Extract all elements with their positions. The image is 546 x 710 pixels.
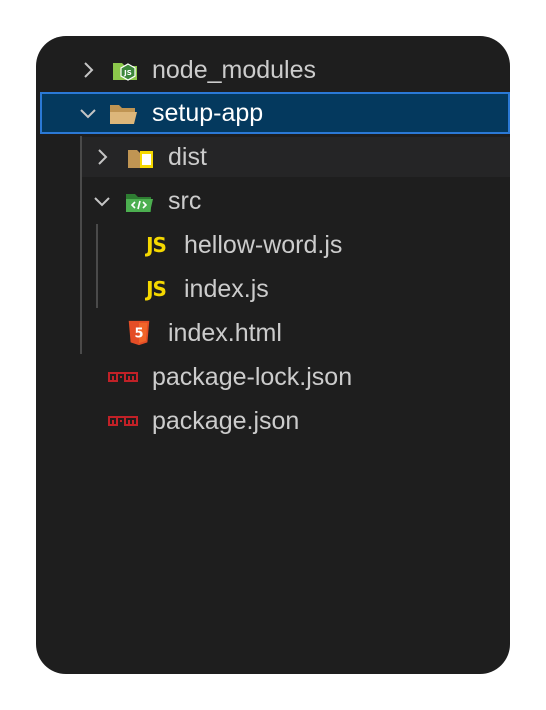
chevron-right-icon[interactable]: [90, 145, 114, 169]
dist-folder-icon: [126, 142, 156, 172]
tree-item-dist[interactable]: dist: [82, 137, 510, 177]
tree-item-label: package-lock.json: [152, 362, 353, 391]
nodejs-folder-icon: JS: [110, 55, 140, 85]
open-folder-icon: [108, 98, 138, 128]
src-folder-icon: [124, 186, 154, 216]
svg-text:5: 5: [134, 327, 143, 342]
file-explorer-panel: JS node_modules setup-app dist src JS he…: [36, 36, 510, 674]
tree-item-label: index.html: [168, 318, 282, 347]
tree-item-src[interactable]: src: [36, 181, 510, 221]
tree-item-package-json[interactable]: package.json: [36, 401, 510, 441]
tree-item-label: dist: [168, 142, 207, 171]
tree-item-setup-app[interactable]: setup-app: [40, 92, 510, 134]
javascript-file-icon: JS: [146, 277, 167, 301]
npm-file-icon: [108, 406, 138, 436]
tree-item-hellow-word-js[interactable]: JS hellow-word.js: [36, 225, 510, 265]
tree-item-label: src: [168, 186, 202, 215]
javascript-file-icon: JS: [146, 233, 167, 257]
tree-item-package-lock-json[interactable]: package-lock.json: [36, 357, 510, 397]
tree-item-label: package.json: [152, 406, 300, 435]
svg-text:JS: JS: [123, 69, 132, 77]
chevron-down-icon[interactable]: [76, 101, 100, 125]
tree-item-label: hellow-word.js: [184, 230, 343, 259]
tree-item-index-js[interactable]: JS index.js: [36, 269, 510, 309]
html5-file-icon: 5: [124, 318, 154, 348]
tree-item-label: setup-app: [152, 98, 264, 127]
npm-file-icon: [108, 362, 138, 392]
tree-item-node-modules[interactable]: JS node_modules: [36, 50, 510, 90]
chevron-down-icon[interactable]: [90, 189, 114, 213]
chevron-right-icon[interactable]: [76, 58, 100, 82]
tree-item-label: index.js: [184, 274, 269, 303]
tree-item-label: node_modules: [152, 55, 317, 84]
tree-item-index-html[interactable]: 5 index.html: [36, 313, 510, 353]
